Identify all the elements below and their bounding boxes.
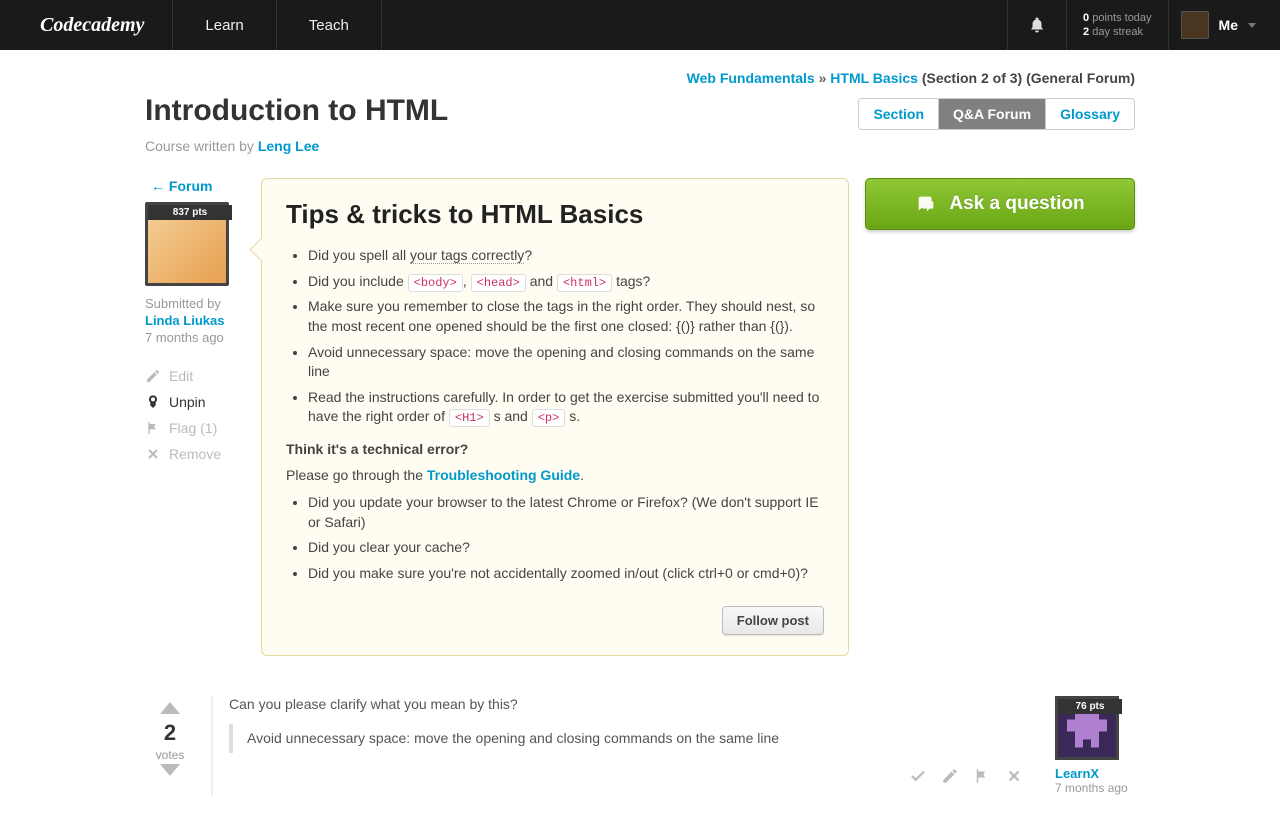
pencil-icon (145, 368, 161, 384)
logo[interactable]: Codecademy (0, 0, 173, 50)
submitter-card: 837 pts Submitted by Linda Liukas 7 mont… (145, 202, 245, 467)
user-menu[interactable]: Me (1168, 0, 1280, 50)
flag-answer-button[interactable] (973, 767, 991, 788)
post-card: Tips & tricks to HTML Basics Did you spe… (261, 178, 849, 656)
vote-widget: 2 votes (145, 696, 195, 780)
notifications-button[interactable] (1007, 0, 1066, 50)
tip-item: Did you make sure you're not accidentall… (308, 564, 824, 584)
flag-icon (973, 767, 991, 785)
user-avatar-icon (1181, 11, 1209, 39)
x-icon (145, 446, 161, 462)
page-title: Introduction to HTML (145, 94, 448, 128)
answer-user-points-badge: 76 pts (1058, 699, 1122, 714)
remove-action[interactable]: Remove (145, 441, 245, 467)
tip-item: Did you clear your cache? (308, 538, 824, 558)
submitter-points-badge: 837 pts (148, 205, 232, 220)
post-body: Did you spell all your tags correctly? D… (286, 246, 824, 584)
tip-item: Did you spell all your tags correctly? (308, 246, 824, 266)
nav-learn[interactable]: Learn (173, 0, 276, 50)
breadcrumb-link-2[interactable]: HTML Basics (830, 70, 918, 86)
post-title: Tips & tricks to HTML Basics (286, 199, 824, 230)
answer-user-link[interactable]: LearnX (1055, 766, 1135, 781)
x-icon (1005, 767, 1023, 785)
tip-item: Did you include <body>, <head> and <html… (308, 272, 824, 292)
page-tabs: Section Q&A Forum Glossary (858, 98, 1135, 130)
top-nav: Codecademy Learn Teach 0 points today 2 … (0, 0, 1280, 50)
answer-actions (229, 767, 1023, 788)
back-to-forum-link[interactable]: ← Forum (145, 178, 245, 194)
upvote-button[interactable] (145, 700, 195, 718)
unpin-action[interactable]: Unpin (145, 389, 245, 415)
answer-timestamp: 7 months ago (1055, 781, 1135, 795)
author-link[interactable]: Leng Lee (258, 138, 319, 154)
pencil-icon (941, 767, 959, 785)
post-timestamp: 7 months ago (145, 330, 245, 345)
breadcrumb-link-1[interactable]: Web Fundamentals (687, 70, 815, 86)
edit-answer-button[interactable] (941, 767, 959, 788)
submitter-link[interactable]: Linda Liukas (145, 313, 245, 328)
check-icon (909, 767, 927, 785)
answer-row: 2 votes Can you please clarify what you … (145, 696, 1135, 796)
accept-answer-button[interactable] (909, 767, 927, 788)
flag-action[interactable]: Flag (1) (145, 415, 245, 441)
answer-user-card: 76 pts LearnX 7 months ago (1055, 696, 1135, 795)
user-menu-label: Me (1219, 17, 1238, 33)
tab-glossary[interactable]: Glossary (1045, 99, 1134, 129)
vote-label: votes (145, 748, 195, 762)
nav-teach[interactable]: Teach (277, 0, 382, 50)
chevron-down-icon (1248, 23, 1256, 28)
edit-action[interactable]: Edit (145, 363, 245, 389)
answer-quote: Avoid unnecessary space: move the openin… (229, 724, 1023, 753)
breadcrumb-tail: (Section 2 of 3) (General Forum) (918, 70, 1135, 86)
tip-item: Did you update your browser to the lates… (308, 493, 824, 532)
chat-icon (915, 193, 937, 215)
ask-question-button[interactable]: Ask a question (865, 178, 1135, 230)
flag-icon (145, 420, 161, 436)
submitted-by-label: Submitted by (145, 296, 245, 311)
tip-item: Avoid unnecessary space: move the openin… (308, 343, 824, 382)
delete-answer-button[interactable] (1005, 767, 1023, 788)
pin-icon (145, 394, 161, 410)
tab-qa-forum[interactable]: Q&A Forum (938, 99, 1045, 129)
answer-text: Can you please clarify what you mean by … (229, 696, 1023, 712)
follow-post-button[interactable]: Follow post (722, 606, 824, 635)
tab-section[interactable]: Section (859, 99, 938, 129)
tip-item: Make sure you remember to close the tags… (308, 297, 824, 336)
vote-count: 2 (145, 720, 195, 746)
bell-icon (1028, 16, 1046, 34)
troubleshooting-link[interactable]: Troubleshooting Guide (427, 467, 580, 483)
user-stats: 0 points today 2 day streak (1066, 0, 1168, 50)
breadcrumb: Web Fundamentals » HTML Basics (Section … (145, 70, 1135, 86)
tip-item: Read the instructions carefully. In orde… (308, 388, 824, 427)
byline: Course written by Leng Lee (145, 138, 448, 154)
downvote-button[interactable] (145, 762, 195, 780)
